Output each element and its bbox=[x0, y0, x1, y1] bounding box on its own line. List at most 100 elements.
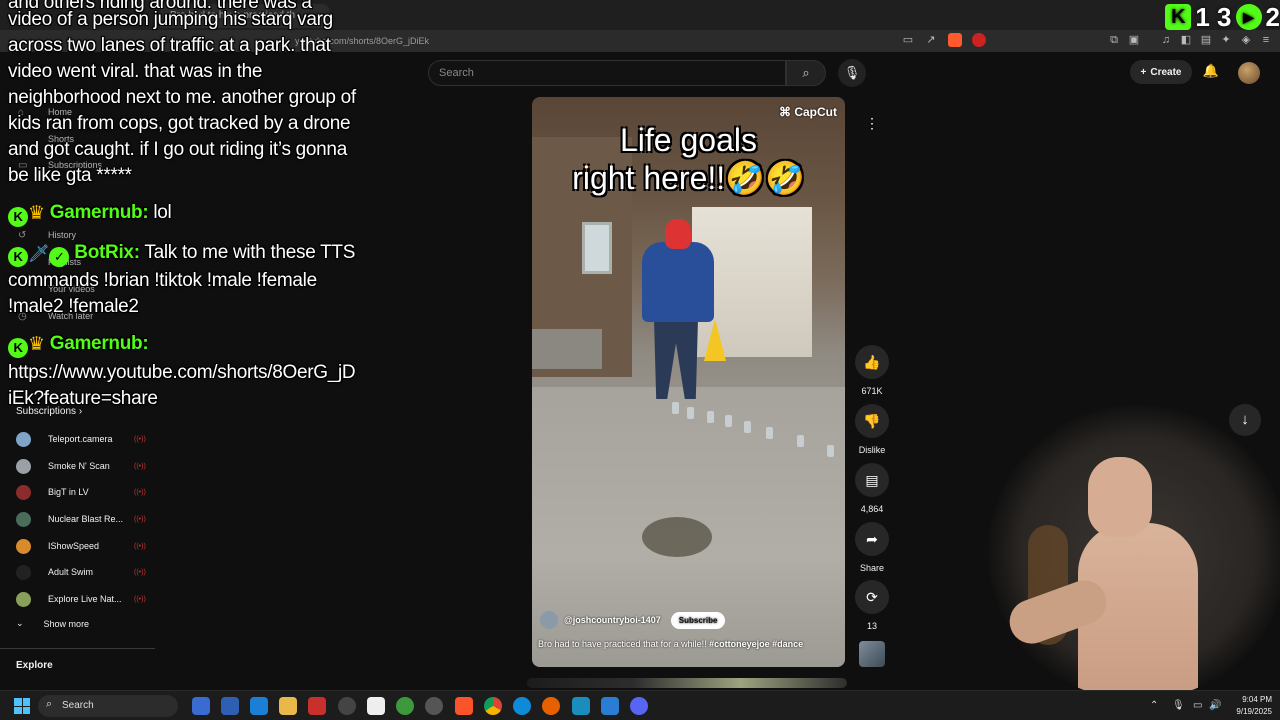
chat-text-line: be like gta ***** bbox=[8, 165, 132, 186]
chat-text-line: commands !brian !tiktok !male !female bbox=[8, 270, 317, 291]
live-icon: ((•)) bbox=[134, 435, 146, 443]
capcut-label: CapCut bbox=[794, 105, 837, 119]
app-icon[interactable] bbox=[221, 697, 239, 715]
scene-can bbox=[672, 402, 679, 414]
channel-name: Explore Live Nat... bbox=[48, 594, 122, 604]
chat-text-line: !male2 !female2 bbox=[8, 296, 139, 317]
edge-icon[interactable] bbox=[513, 697, 531, 715]
avatar[interactable] bbox=[1238, 62, 1260, 84]
thumbs-up-icon[interactable]: 👍 bbox=[855, 345, 889, 379]
share-arrow-icon[interactable]: ➦ bbox=[855, 522, 889, 556]
subscribe-button[interactable]: Subscribe bbox=[670, 611, 726, 629]
screenshot-icon[interactable]: ▭ bbox=[902, 34, 914, 46]
comment-icon[interactable]: ▤ bbox=[855, 463, 889, 497]
file-explorer-icon[interactable] bbox=[279, 697, 297, 715]
search-input[interactable]: Search bbox=[428, 60, 786, 86]
network-icon[interactable]: ▭ bbox=[1193, 700, 1202, 711]
more-options-icon[interactable]: ⋮ bbox=[860, 111, 884, 135]
volume-icon[interactable]: 🔊 bbox=[1209, 700, 1221, 711]
chevron-up-icon[interactable]: ⌃ bbox=[1150, 700, 1158, 711]
channel-avatar bbox=[16, 538, 31, 554]
subscription-item[interactable]: Smoke N' Scan ((•)) bbox=[16, 455, 156, 477]
sword-badge-icon: 🗡 bbox=[28, 244, 50, 263]
live-icon: ((•)) bbox=[134, 488, 146, 496]
voice-search-button[interactable]: 🎙 bbox=[838, 59, 866, 87]
webcam-overlay bbox=[988, 405, 1280, 700]
scene-can bbox=[687, 407, 694, 419]
vscode-icon[interactable] bbox=[601, 697, 619, 715]
app-icon[interactable] bbox=[425, 697, 443, 715]
create-button[interactable]: + Create bbox=[1130, 60, 1192, 84]
comment-count: 4,864 bbox=[860, 504, 884, 514]
windows-start-icon[interactable] bbox=[14, 698, 30, 714]
like-action[interactable]: 👍 671K bbox=[852, 345, 892, 396]
channel-name: Nuclear Blast Re... bbox=[48, 514, 124, 524]
wallet-icon[interactable]: ▤ bbox=[1200, 34, 1212, 46]
menu-icon[interactable]: ≡ bbox=[1260, 34, 1272, 46]
task-view-icon[interactable] bbox=[192, 697, 210, 715]
media-icon[interactable]: ♫ bbox=[1160, 34, 1172, 46]
notifications-bell-icon[interactable]: 🔔 bbox=[1202, 63, 1220, 81]
brave-browser-icon[interactable] bbox=[455, 697, 473, 715]
scene-puddle bbox=[642, 517, 712, 557]
subscription-item[interactable]: Teleport.camera ((•)) bbox=[16, 428, 156, 450]
thumbs-down-icon[interactable]: 👎 bbox=[855, 404, 889, 438]
subscription-item[interactable]: Nuclear Blast Re... ((•)) bbox=[16, 508, 156, 530]
app-icon[interactable] bbox=[308, 697, 326, 715]
window-icon[interactable]: ▣ bbox=[1128, 34, 1140, 46]
brave-rewards-icon[interactable] bbox=[972, 33, 986, 47]
kick-count-suffix: 2 bbox=[1265, 1, 1280, 32]
arrow-down-icon[interactable]: ↓ bbox=[1229, 404, 1261, 436]
chrome-icon[interactable] bbox=[484, 697, 502, 715]
chat-text-line: video went viral. that was in the bbox=[8, 61, 263, 82]
share-action[interactable]: ➦ Share bbox=[852, 522, 892, 573]
app-icon[interactable] bbox=[338, 697, 356, 715]
caption-hashtags[interactable]: #cottoneyejoe #dance bbox=[709, 639, 803, 649]
brave-shield-icon[interactable] bbox=[948, 33, 962, 47]
subscription-item[interactable]: IShowSpeed ((•)) bbox=[16, 535, 156, 557]
show-more-button[interactable]: ⌄ Show more bbox=[16, 618, 89, 629]
app-icon[interactable] bbox=[572, 697, 590, 715]
sound-thumbnail[interactable] bbox=[859, 641, 885, 667]
chat-username: Gamernub: bbox=[49, 333, 149, 354]
leo-icon[interactable]: ✦ bbox=[1220, 34, 1232, 46]
kick-logo-icon: K bbox=[1165, 4, 1192, 30]
channel-handle[interactable]: @joshcountryboi-1407 bbox=[564, 615, 661, 625]
scene-can bbox=[827, 445, 834, 457]
chat-text-line: kids ran from cops, got tracked by a dro… bbox=[8, 113, 351, 134]
kick-badge-icon: K bbox=[8, 247, 28, 267]
scene-person-body bbox=[642, 242, 714, 322]
taskbar-search[interactable]: ⌕ Search bbox=[38, 695, 178, 717]
app-icon[interactable] bbox=[396, 697, 414, 715]
subscription-item[interactable]: Adult Swim ((•)) bbox=[16, 561, 156, 583]
sidebar-icon[interactable]: ◧ bbox=[1180, 34, 1192, 46]
discord-icon[interactable] bbox=[630, 697, 648, 715]
dislike-action[interactable]: 👎 Dislike bbox=[852, 404, 892, 455]
share-icon[interactable]: ↗ bbox=[925, 34, 937, 46]
video-overlay-title: Life goals right here!!🤣🤣 bbox=[572, 122, 805, 196]
subscription-item[interactable]: Explore Live Nat... ((•)) bbox=[16, 588, 156, 610]
channel-name: Teleport.camera bbox=[48, 434, 113, 444]
app-icon[interactable] bbox=[250, 697, 268, 715]
mic-icon[interactable]: 🎙 bbox=[1172, 700, 1185, 711]
channel-avatar bbox=[16, 458, 31, 474]
vpn-icon[interactable]: ◈ bbox=[1240, 34, 1252, 46]
firefox-icon[interactable] bbox=[542, 697, 560, 715]
clock-time: 9:04 PM bbox=[1242, 695, 1272, 704]
explore-heading: Explore bbox=[16, 660, 53, 671]
remix-icon[interactable]: ⟳ bbox=[855, 580, 889, 614]
live-icon: ((•)) bbox=[134, 462, 146, 470]
system-clock[interactable]: 9:04 PM 9/19/2025 bbox=[1236, 694, 1272, 718]
short-video-player[interactable]: ⌘ CapCut Life goals right here!!🤣🤣 @josh… bbox=[532, 97, 845, 667]
channel-name: BigT in LV bbox=[48, 487, 89, 497]
subscription-item[interactable]: BigT in LV ((•)) bbox=[16, 481, 156, 503]
app-icon[interactable] bbox=[367, 697, 385, 715]
remix-action[interactable]: ⟳ 13 bbox=[852, 580, 892, 631]
search-button[interactable]: ⌕ bbox=[786, 60, 826, 86]
caption-text: Bro had to have practiced that for a whi… bbox=[538, 639, 710, 649]
divider bbox=[0, 648, 155, 649]
comments-action[interactable]: ▤ 4,864 bbox=[852, 463, 892, 514]
extensions-icon[interactable]: ⧉ bbox=[1108, 34, 1120, 46]
clock-date: 9/19/2025 bbox=[1236, 707, 1272, 716]
channel-avatar[interactable] bbox=[540, 611, 558, 629]
